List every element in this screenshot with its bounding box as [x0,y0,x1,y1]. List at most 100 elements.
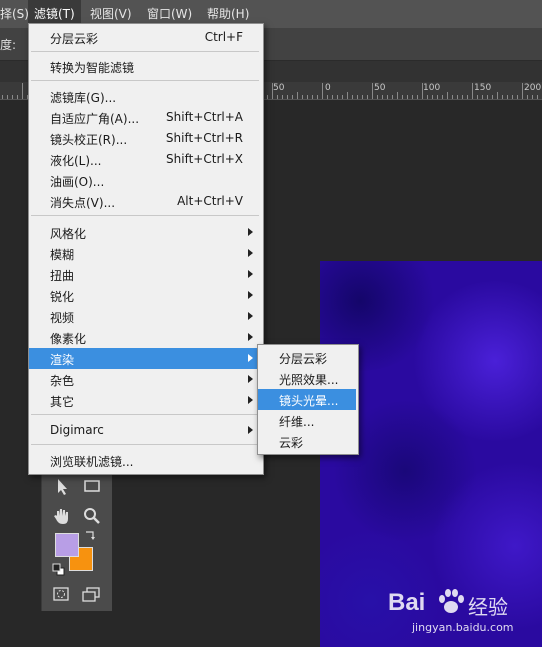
ruler-tick [397,92,398,99]
menu-item-blur[interactable]: 模糊 [29,243,261,264]
ruler-tick [527,95,528,99]
ruler-label: 150 [474,83,492,93]
move-arrow-icon[interactable] [48,474,76,498]
ruler-tick [282,95,283,99]
menu-item-other[interactable]: 其它 [29,390,261,411]
ruler-label: 0 [325,83,331,93]
menu-item-filter-gallery[interactable]: 滤镜库(G)... [29,86,261,107]
ruler-tick [462,95,463,99]
menu-item-liquify[interactable]: 液化(L)... Shift+Ctrl+X [29,149,261,170]
ruler-tick [377,95,378,99]
menu-item-render[interactable]: 渲染 [29,348,261,369]
menu-item-distort[interactable]: 扭曲 [29,264,261,285]
menu-item-last-filter[interactable]: 分层云彩 Ctrl+F [29,27,261,48]
ruler-tick [427,95,428,99]
ruler-tick [477,95,478,99]
ruler-tick [537,95,538,99]
menu-item-convert-smart-filter[interactable]: 转换为智能滤镜 [29,56,261,77]
submenu-arrow-icon [248,333,253,341]
ruler-tick [337,95,338,99]
menu-item-label: 液化(L)... [50,154,102,168]
ruler-tick [402,95,403,99]
menu-item-shortcut: Shift+Ctrl+A [166,110,243,124]
submenu-arrow-icon [248,312,253,320]
menu-item-label: 分层云彩 [50,32,99,46]
menu-item-label: 镜头校正(R)... [50,133,128,147]
ruler-tick [2,95,3,99]
ruler-tick [437,95,438,99]
ruler-tick [507,95,508,99]
quick-mask-icon[interactable] [48,582,76,606]
menu-item-label: 浏览联机滤镜... [50,455,134,469]
menu-item-label: 转换为智能滤镜 [50,61,135,75]
tools-panel [41,470,112,611]
baidu-jingyan-watermark: Bai 经验 jingyan.baidu.com [388,583,538,643]
ruler-tick [532,95,533,99]
menu-item-sharpen[interactable]: 锐化 [29,285,261,306]
ruler-tick [497,92,498,99]
ruler-tick [382,95,383,99]
render-submenu: 分层云彩 光照效果... 镜头光晕... 纤维... 云彩 [257,344,359,455]
ruler-tick [457,95,458,99]
submenu-item-lens-flare[interactable]: 镜头光晕... [258,389,356,410]
ruler-tick [442,95,443,99]
ruler-tick [502,95,503,99]
submenu-item-lighting-effects[interactable]: 光照效果... [258,368,356,389]
default-colors-icon[interactable] [52,562,66,576]
watermark-brand-suffix: 经验 [468,595,508,619]
ruler-label: 50 [374,83,386,93]
menu-item-shortcut: Alt+Ctrl+V [177,194,243,208]
screen-mode-icon[interactable] [78,582,106,606]
menu-separator [31,80,259,81]
ruler-tick [387,95,388,99]
submenu-item-fibers[interactable]: 纤维... [258,410,356,431]
watermark-url: jingyan.baidu.com [412,621,514,634]
menu-item-video[interactable]: 视频 [29,306,261,327]
menu-item-label: Digimarc [50,423,104,437]
menu-separator [31,51,259,52]
submenu-arrow-icon [248,270,253,278]
menu-item-label: 滤镜库(G)... [50,91,117,105]
menu-item-browse-filters-online[interactable]: 浏览联机滤镜... [29,450,261,471]
menu-item-noise[interactable]: 杂色 [29,369,261,390]
ruler-tick [367,95,368,99]
menu-item-digimarc[interactable]: Digimarc [29,420,261,441]
menu-item-label: 扭曲 [50,269,75,283]
menu-item-stylize[interactable]: 风格化 [29,222,261,243]
rectangle-icon[interactable] [78,474,106,498]
ruler-tick [492,95,493,99]
ruler-tick [332,95,333,99]
menu-item-label: 分层云彩 [279,352,328,366]
submenu-item-difference-clouds[interactable]: 分层云彩 [258,347,356,368]
menu-item-label: 锐化 [50,290,75,304]
zoom-icon[interactable] [78,504,106,528]
ruler-tick [452,95,453,99]
swap-colors-icon[interactable] [82,528,98,544]
options-label: 度: [0,38,17,52]
hand-icon[interactable] [48,504,76,528]
ruler-tick [17,95,18,99]
ruler-tick [407,95,408,99]
ruler-tick [302,95,303,99]
ruler-tick [7,95,8,99]
ruler-tick [267,95,268,99]
submenu-arrow-icon [248,354,253,362]
menu-item-lens-correction[interactable]: 镜头校正(R)... Shift+Ctrl+R [29,128,261,149]
ruler-tick [482,95,483,99]
ruler-tick [357,95,358,99]
menu-item-oil-paint[interactable]: 油画(O)... [29,170,261,191]
ruler-tick [352,95,353,99]
menu-item-vanishing-point[interactable]: 消失点(V)... Alt+Ctrl+V [29,191,261,212]
menu-item-label: 风格化 [50,227,87,241]
ruler-tick [327,95,328,99]
ruler-tick [417,95,418,99]
ruler-tick [312,95,313,99]
menu-item-adaptive-wide-angle[interactable]: 自适应广角(A)... Shift+Ctrl+A [29,107,261,128]
menu-item-label: 镜头光晕... [279,394,339,408]
menu-item-pixelate[interactable]: 像素化 [29,327,261,348]
ruler-tick [432,95,433,99]
submenu-item-clouds[interactable]: 云彩 [258,431,356,452]
ruler-tick [487,95,488,99]
ruler-label: 200 [524,83,542,93]
foreground-color-swatch[interactable] [55,533,79,557]
